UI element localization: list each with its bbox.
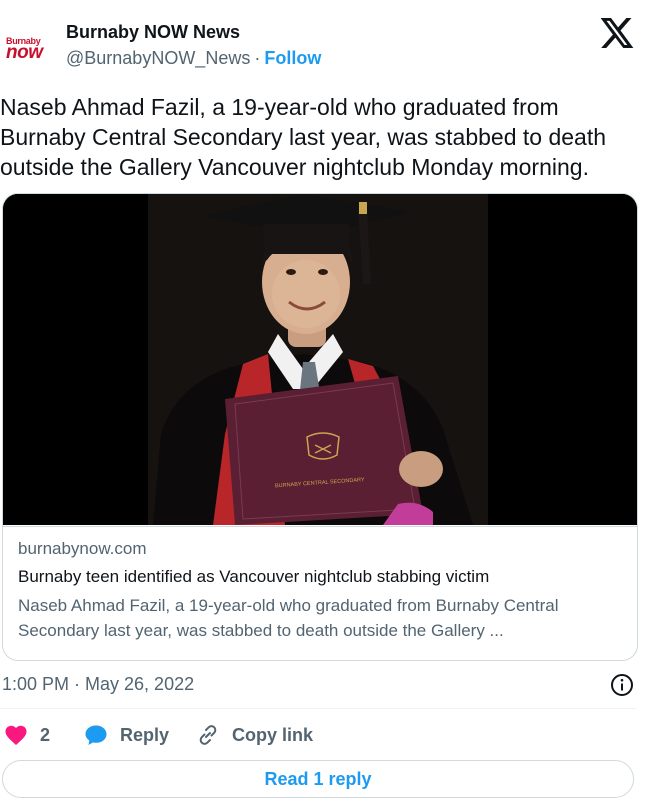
copy-link-label: Copy link [232, 724, 314, 745]
like-button[interactable]: 2 [4, 720, 50, 750]
logo-bottom-text: now [6, 42, 43, 63]
reply-button[interactable]: Reply [84, 720, 169, 750]
card-description: Naseb Ahmad Fazil, a 19-year-old who gra… [18, 596, 559, 640]
like-count: 2 [40, 724, 51, 745]
action-bar: 2 Reply Copy link [0, 720, 650, 750]
heart-icon [5, 725, 27, 745]
x-logo-icon[interactable] [600, 18, 634, 48]
burnaby-now-logo[interactable]: Burnaby now [6, 36, 58, 63]
graduate-photo: BURNABY CENTRAL SECONDARY [3, 194, 637, 525]
handle-separator: · [254, 48, 261, 68]
divider [0, 708, 636, 709]
tweet-header: Burnaby now Burnaby NOW News @BurnabyNOW… [0, 0, 650, 82]
card-text-area[interactable]: burnabynow.com Burnaby teen identified a… [3, 526, 637, 640]
copy-link-button[interactable]: Copy link [196, 720, 313, 750]
link-preview-card[interactable]: BURNABY CENTRAL SECONDARY burnabynow.com… [2, 193, 638, 661]
card-title: Burnaby teen identified as Vancouver nig… [18, 567, 490, 586]
info-icon[interactable] [610, 673, 634, 697]
account-handle[interactable]: @BurnabyNOW_News [66, 48, 250, 68]
tweet-timestamp[interactable]: 1:00 PM · May 26, 2022 [2, 674, 194, 695]
read-replies-button[interactable]: Read 1 reply [2, 760, 634, 798]
reply-label: Reply [120, 724, 170, 745]
speech-bubble-icon [85, 725, 107, 745]
follow-button[interactable]: Follow [264, 48, 321, 68]
tweet-text: Naseb Ahmad Fazil, a 19-year-old who gra… [0, 94, 607, 180]
account-handle-line: @BurnabyNOW_News · Follow [66, 48, 321, 69]
card-image[interactable]: BURNABY CENTRAL SECONDARY [3, 194, 637, 525]
account-name[interactable]: Burnaby NOW News [66, 22, 240, 43]
card-domain: burnabynow.com [18, 539, 147, 558]
link-icon [199, 725, 217, 745]
